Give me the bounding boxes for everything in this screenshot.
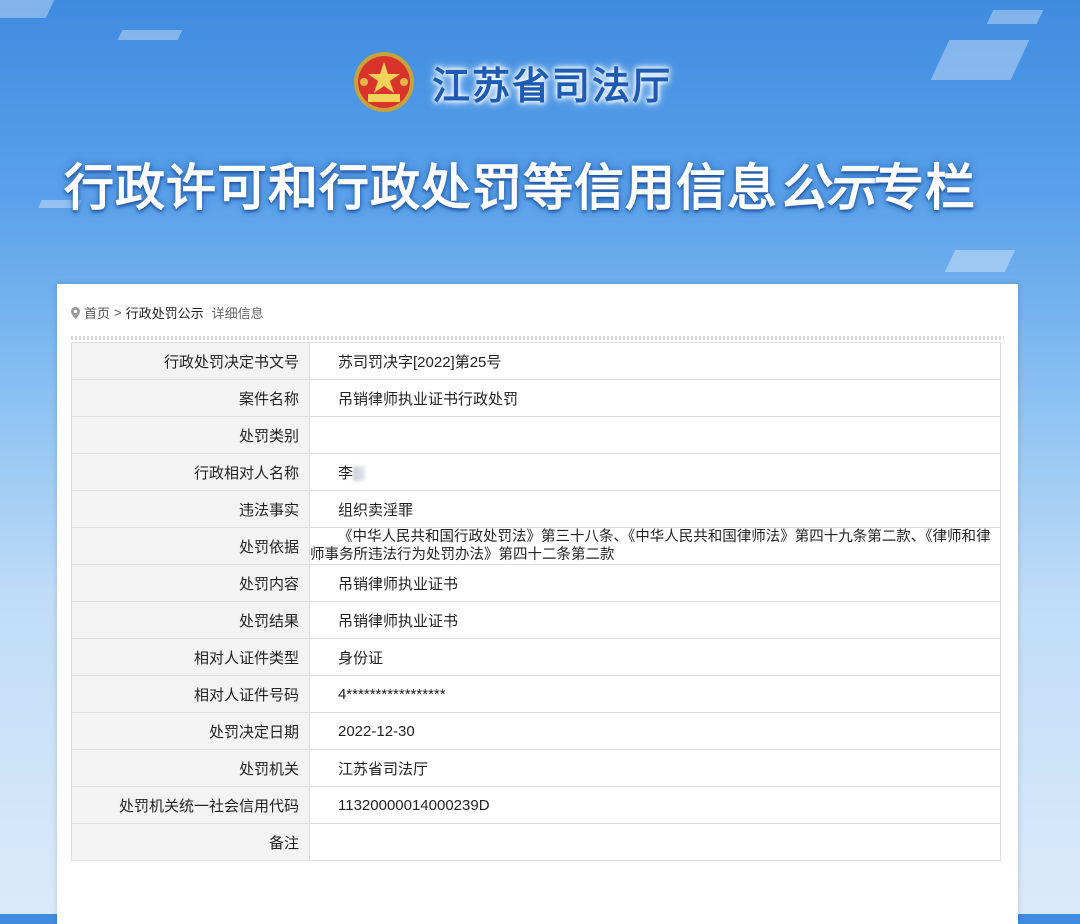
table-row: 处罚机关 江苏省司法厅 (71, 749, 1001, 787)
row-value: 4***************** (309, 675, 1001, 713)
department-name: 江苏省司法厅 (432, 63, 673, 108)
row-label: 处罚依据 (71, 527, 310, 565)
header-banner: 江苏省司法厅 行政许可和行政处罚等信用信息公示专栏 (0, 0, 1080, 290)
table-row: 处罚类别 (71, 416, 1001, 454)
decor-shard (930, 40, 1030, 80)
row-label: 处罚内容 (71, 564, 310, 602)
row-label: 相对人证件类型 (71, 638, 310, 676)
redacted-mark (353, 466, 366, 482)
row-label: 处罚结果 (71, 601, 310, 639)
breadcrumb-section[interactable]: 行政处罚公示 (126, 303, 204, 322)
decor-shard (944, 250, 1016, 272)
table-row: 违法事实 组织卖淫罪 (71, 490, 1001, 528)
headline-brush: 公示 (778, 159, 876, 217)
row-label: 备注 (71, 823, 310, 861)
row-value: 李 (309, 453, 1001, 491)
row-label: 处罚机关统一社会信用代码 (71, 786, 310, 824)
row-label: 行政相对人名称 (71, 453, 310, 491)
row-value: 吊销律师执业证书 (309, 564, 1001, 602)
row-value: 组织卖淫罪 (309, 490, 1001, 528)
breadcrumb: 首页 > 行政处罚公示 详细信息 (71, 303, 264, 322)
location-pin-icon (71, 306, 80, 319)
table-row: 相对人证件类型 身份证 (71, 638, 1001, 676)
table-row: 处罚决定日期 2022-12-30 (71, 712, 1001, 750)
breadcrumb-home[interactable]: 首页 (84, 303, 110, 322)
row-label: 处罚决定日期 (71, 712, 310, 750)
row-value: 吊销律师执业证书行政处罚 (309, 379, 1001, 417)
decor-shard (0, 0, 55, 18)
divider (71, 336, 1004, 340)
table-row: 处罚内容 吊销律师执业证书 (71, 564, 1001, 602)
decor-shard (986, 10, 1044, 24)
table-row: 相对人证件号码 4***************** (71, 675, 1001, 713)
table-row: 行政相对人名称 李 (71, 453, 1001, 491)
row-value: 《中华人民共和国行政处罚法》第三十八条、《中华人民共和国律师法》第四十九条第二款… (309, 527, 1001, 565)
breadcrumb-current: 详细信息 (211, 306, 264, 321)
table-row: 案件名称 吊销律师执业证书行政处罚 (71, 379, 1001, 417)
headline-tail: 专栏 (874, 159, 976, 217)
row-label: 违法事实 (71, 490, 310, 528)
table-row: 处罚机关统一社会信用代码 11320000014000239D (71, 786, 1001, 824)
row-value: 11320000014000239D (309, 786, 1001, 824)
justice-emblem-icon (354, 52, 414, 112)
party-name-text: 李 (338, 464, 354, 482)
row-label: 行政处罚决定书文号 (71, 342, 310, 380)
row-label: 相对人证件号码 (71, 675, 310, 713)
row-value: 苏司罚决字[2022]第25号 (309, 342, 1001, 380)
table-row: 处罚结果 吊销律师执业证书 (71, 601, 1001, 639)
row-label: 处罚类别 (71, 416, 310, 454)
table-row: 处罚依据 《中华人民共和国行政处罚法》第三十八条、《中华人民共和国律师法》第四十… (71, 527, 1001, 565)
row-value: 江苏省司法厅 (309, 749, 1001, 787)
row-label: 处罚机关 (71, 749, 310, 787)
decor-shard (117, 30, 183, 40)
row-value: 吊销律师执业证书 (309, 601, 1001, 639)
banner-headline: 行政许可和行政处罚等信用信息公示专栏 (64, 148, 976, 220)
row-value (309, 823, 1001, 861)
table-row: 行政处罚决定书文号 苏司罚决字[2022]第25号 (71, 342, 1001, 380)
detail-panel: 首页 > 行政处罚公示 详细信息 行政处罚决定书文号 苏司罚决字[2022]第2… (57, 284, 1018, 924)
headline-main: 行政许可和行政处罚等信用信息 (64, 159, 778, 217)
table-row: 备注 (71, 823, 1001, 861)
row-value (309, 416, 1001, 454)
row-value: 身份证 (309, 638, 1001, 676)
penalty-info-table: 行政处罚决定书文号 苏司罚决字[2022]第25号 案件名称 吊销律师执业证书行… (71, 342, 1001, 861)
row-value: 2022-12-30 (309, 712, 1001, 750)
row-label: 案件名称 (71, 379, 310, 417)
department-logo: 江苏省司法厅 (352, 50, 672, 114)
breadcrumb-separator: > (114, 305, 122, 320)
